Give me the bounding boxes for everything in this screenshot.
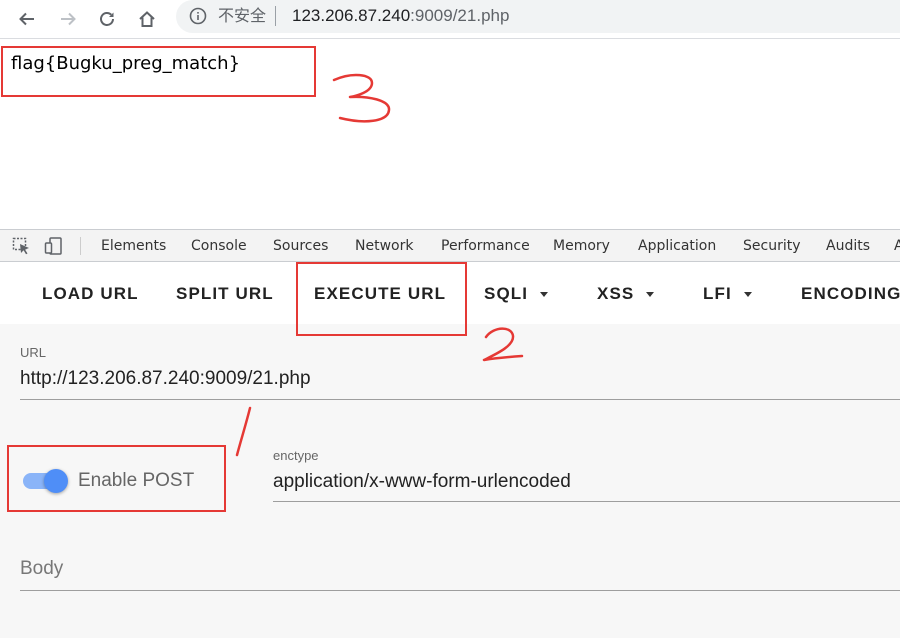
split-url-label: SPLIT URL [176,284,274,303]
devtools-tabbar: Elements Console Sources Network Perform… [0,229,900,262]
url-field-underline [20,399,900,400]
inspect-element-icon[interactable] [12,237,32,255]
tab-application[interactable]: Application [638,238,716,254]
tab-security[interactable]: Security [743,238,801,254]
reload-icon [100,12,114,26]
annotation-box-flag [1,46,316,97]
encoding-menu[interactable]: ENCODING [801,284,900,304]
enctype-select[interactable]: application/x-www-form-urlencoded [273,471,571,493]
security-status: 不安全 [218,6,267,25]
xss-label: XSS [597,284,635,303]
tab-elements[interactable]: Elements [101,238,166,254]
load-url-label: LOAD URL [42,284,139,303]
url-field-label: URL [20,345,47,360]
tab-network[interactable]: Network [355,238,413,254]
tab-sources[interactable]: Sources [273,238,328,254]
devtools-divider [80,237,81,255]
browser-toolbar: 不安全 123.206.87.240:9009/21.php [0,0,900,39]
forward-arrow-icon [61,12,76,26]
info-icon[interactable] [189,7,207,25]
url-path: :9009/21.php [410,6,510,25]
xss-menu[interactable]: XSS [597,284,655,304]
caret-down-icon [743,292,752,298]
reload-button[interactable] [94,6,120,32]
body-field-underline [20,590,900,591]
url-field[interactable]: http://123.206.87.240:9009/21.php [20,368,311,390]
split-url-button[interactable]: SPLIT URL [176,284,274,304]
encoding-label: ENCODING [801,284,900,303]
tab-memory[interactable]: Memory [553,238,610,254]
sqli-menu[interactable]: SQLI [484,284,549,304]
url-host: 123.206.87.240 [292,6,411,25]
tab-overflow[interactable]: A [894,238,900,254]
device-toolbar-icon[interactable] [44,237,64,255]
annotation-box-execute [296,262,467,336]
caret-down-icon [646,292,655,298]
omnibox-divider [275,6,276,26]
lfi-label: LFI [703,284,732,303]
annotation-box-post [7,445,226,512]
back-arrow-icon [19,12,34,26]
address-bar[interactable]: 不安全 123.206.87.240:9009/21.php [176,0,900,33]
load-url-button[interactable]: LOAD URL [42,284,139,304]
sqli-label: SQLI [484,284,529,303]
home-button[interactable] [134,6,160,32]
body-field[interactable]: Body [20,558,63,580]
caret-down-icon [540,292,549,298]
back-button[interactable] [14,6,40,32]
tab-console[interactable]: Console [191,238,247,254]
tab-performance[interactable]: Performance [441,238,530,254]
enctype-label: enctype [273,448,319,463]
address-url[interactable]: 123.206.87.240:9009/21.php [292,6,509,26]
tab-audits[interactable]: Audits [826,238,870,254]
home-icon [139,11,155,27]
forward-button[interactable] [55,6,81,32]
lfi-menu[interactable]: LFI [703,284,752,304]
enctype-underline [273,501,900,502]
